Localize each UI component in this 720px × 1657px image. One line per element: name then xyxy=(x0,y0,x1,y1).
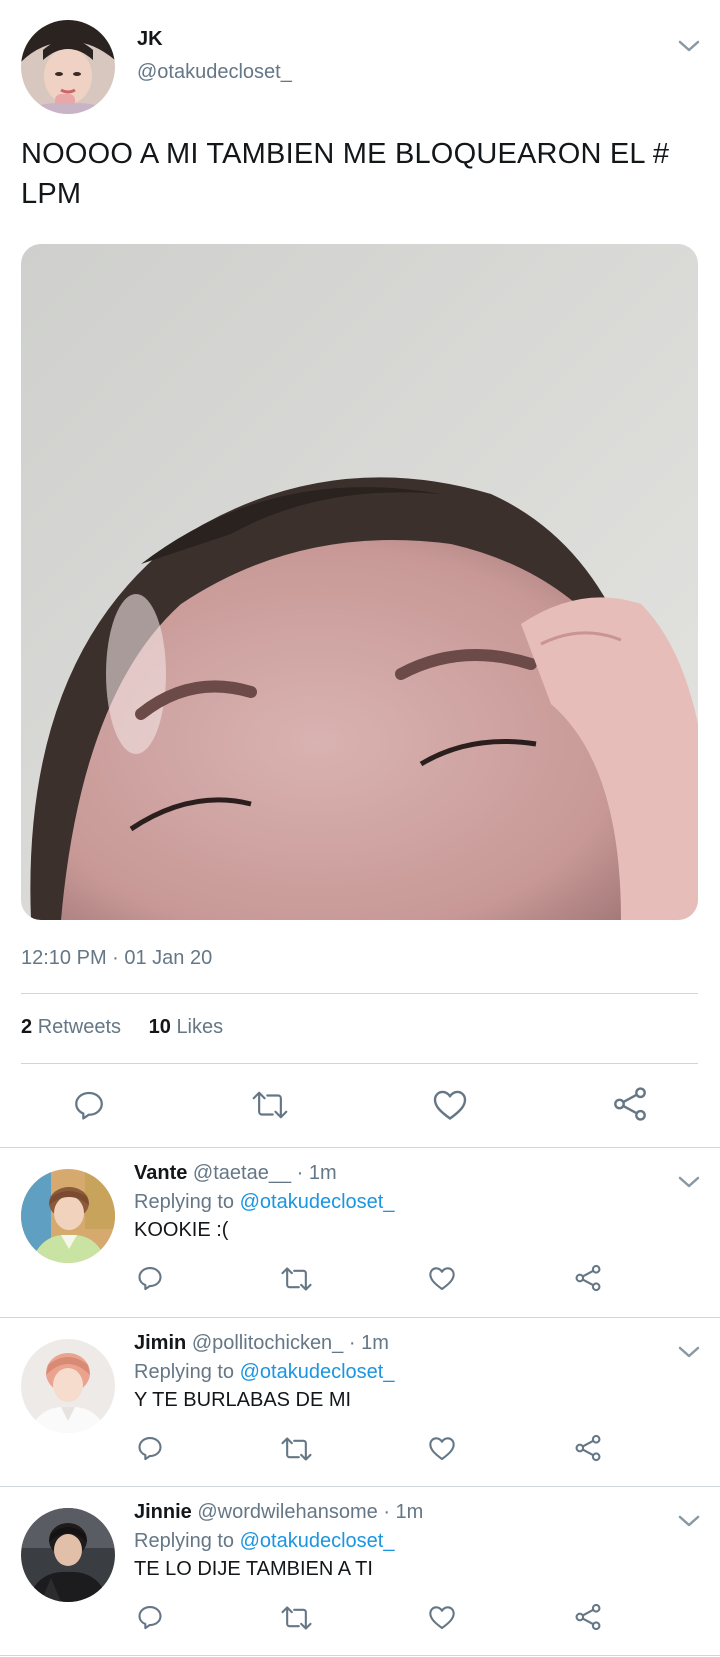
share-icon[interactable] xyxy=(574,1264,602,1292)
heart-icon[interactable] xyxy=(428,1265,456,1292)
reply-text: Y TE BURLABAS DE MI xyxy=(134,1389,352,1411)
heart-icon[interactable] xyxy=(428,1604,456,1631)
replying-to-label: Replying to xyxy=(134,1361,235,1383)
share-icon[interactable] xyxy=(574,1603,602,1631)
reply-author-name[interactable]: Jinnie xyxy=(134,1501,192,1523)
chevron-down-icon[interactable] xyxy=(677,38,701,54)
divider xyxy=(0,1655,720,1656)
reply-avatar[interactable] xyxy=(21,1339,115,1433)
reply-tweet[interactable]: Jimin @pollitochicken_ · 1m Replying to … xyxy=(0,1318,720,1487)
retweet-icon[interactable] xyxy=(280,1604,313,1632)
reply-icon[interactable] xyxy=(72,1088,106,1122)
tweet-timestamp[interactable]: 12:10 PM · 01 Jan 20 xyxy=(21,947,212,970)
reply-icon[interactable] xyxy=(136,1434,164,1462)
chevron-down-icon[interactable] xyxy=(677,1344,701,1360)
reply-author-handle[interactable]: @wordwilehansome xyxy=(197,1501,377,1523)
likes-count: 10 xyxy=(148,1016,171,1038)
author-handle[interactable]: @otakudecloset_ xyxy=(137,61,292,84)
heart-icon[interactable] xyxy=(428,1435,456,1462)
author-avatar[interactable] xyxy=(21,20,115,114)
reply-header: Jimin @pollitochicken_ · 1m xyxy=(134,1332,389,1355)
retweet-icon[interactable] xyxy=(251,1088,289,1122)
chevron-down-icon[interactable] xyxy=(677,1513,701,1529)
reply-text: KOOKIE :( xyxy=(134,1219,229,1241)
retweets-stat[interactable]: 2 Retweets xyxy=(21,1016,121,1038)
retweet-icon[interactable] xyxy=(280,1435,313,1463)
reply-icon[interactable] xyxy=(136,1264,164,1292)
main-tweet: JK @otakudecloset_ NOOOO A MI TAMBIEN ME… xyxy=(0,0,720,1148)
reply-avatar[interactable] xyxy=(21,1169,115,1263)
reply-text: TE LO DIJE TAMBIEN A TI xyxy=(134,1558,373,1580)
reply-author-name[interactable]: Vante xyxy=(134,1162,187,1184)
reply-time: · 1m xyxy=(296,1162,337,1184)
chevron-down-icon[interactable] xyxy=(677,1174,701,1190)
replying-to: Replying to @otakudecloset_ xyxy=(134,1361,394,1384)
retweets-label: Retweets xyxy=(37,1016,122,1038)
tweet-text: NOOOO A MI TAMBIEN ME BLOQUEARON EL # LP… xyxy=(21,138,670,210)
divider xyxy=(21,1063,698,1064)
replying-to-link[interactable]: @otakudecloset_ xyxy=(240,1530,395,1552)
replying-to-label: Replying to xyxy=(134,1191,235,1213)
reply-author-handle[interactable]: @taetae__ xyxy=(193,1162,291,1184)
replying-to: Replying to @otakudecloset_ xyxy=(134,1191,394,1214)
reply-avatar[interactable] xyxy=(21,1508,115,1602)
reply-tweet[interactable]: Vante @taetae__ · 1m Replying to @otakud… xyxy=(0,1148,720,1317)
replying-to-link[interactable]: @otakudecloset_ xyxy=(240,1361,395,1383)
share-icon[interactable] xyxy=(574,1434,602,1462)
likes-label: Likes xyxy=(176,1016,224,1038)
reply-time: · 1m xyxy=(383,1501,424,1523)
likes-stat[interactable]: 10 Likes xyxy=(149,1016,224,1038)
reply-author-name[interactable]: Jimin xyxy=(134,1332,186,1354)
reply-header: Jinnie @wordwilehansome · 1m xyxy=(134,1501,423,1524)
share-icon[interactable] xyxy=(612,1086,648,1122)
heart-icon[interactable] xyxy=(432,1088,468,1122)
replying-to-label: Replying to xyxy=(134,1530,235,1552)
replying-to: Replying to @otakudecloset_ xyxy=(134,1530,394,1553)
reply-tweet[interactable]: Jinnie @wordwilehansome · 1m Replying to… xyxy=(0,1487,720,1656)
divider xyxy=(21,993,698,994)
replying-to-link[interactable]: @otakudecloset_ xyxy=(240,1191,395,1213)
retweets-count: 2 xyxy=(21,1016,33,1038)
reply-time: · 1m xyxy=(348,1332,389,1354)
tweet-photo[interactable] xyxy=(21,244,698,920)
retweet-icon[interactable] xyxy=(280,1265,313,1293)
reply-author-handle[interactable]: @pollitochicken_ xyxy=(192,1332,344,1354)
tweet-stats: 2 Retweets 10 Likes xyxy=(21,1016,245,1039)
author-name[interactable]: JK xyxy=(137,28,163,51)
reply-header: Vante @taetae__ · 1m xyxy=(134,1162,337,1185)
reply-icon[interactable] xyxy=(136,1603,164,1631)
